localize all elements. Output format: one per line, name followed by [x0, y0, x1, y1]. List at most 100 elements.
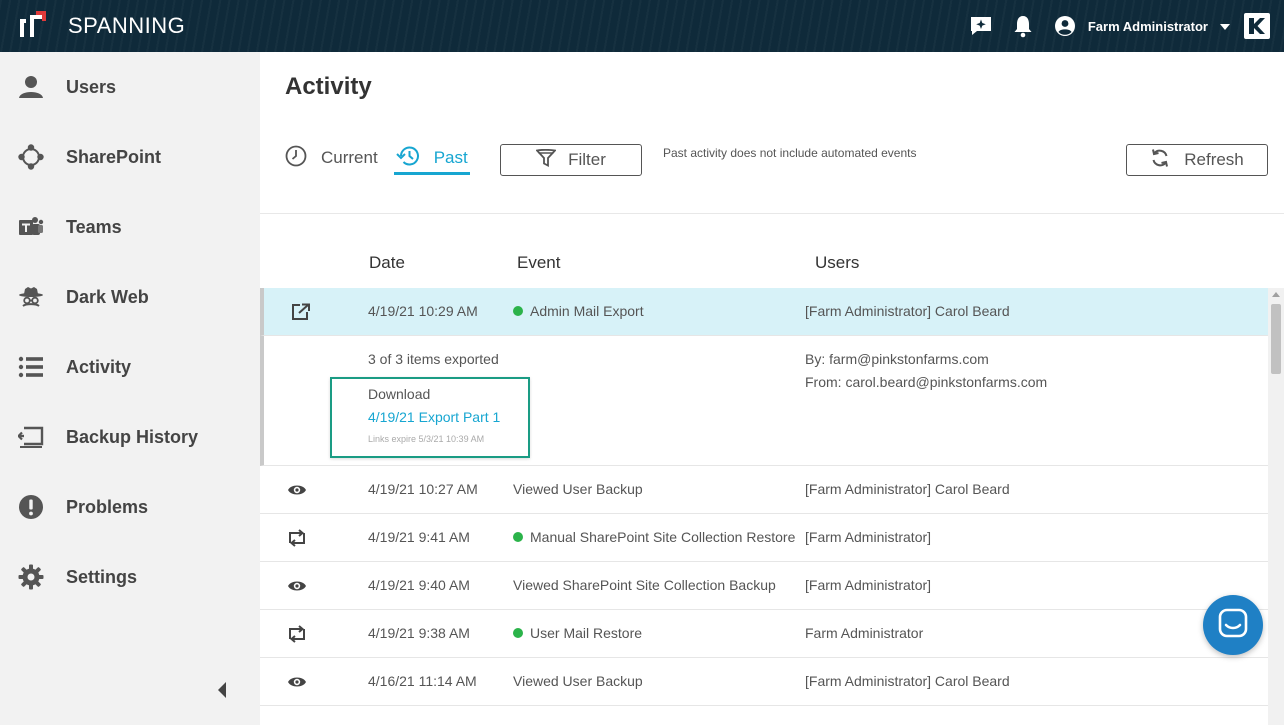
refresh-icon	[1150, 148, 1170, 173]
sidebar-item-label: Dark Web	[66, 286, 149, 307]
restore-icon	[286, 624, 308, 644]
row-details: 3 of 3 items exported By: farm@pinkstonf…	[260, 336, 1268, 466]
column-header-event[interactable]: Event	[517, 253, 560, 273]
gear-icon	[18, 564, 44, 590]
download-title: Download	[368, 386, 431, 402]
teams-icon	[18, 214, 44, 240]
table-row[interactable]: 4/19/21 9:38 AM User Mail Restore Farm A…	[260, 610, 1268, 658]
chat-launcher-button[interactable]	[1203, 595, 1263, 655]
export-icon	[290, 302, 312, 322]
row-event-label: Viewed SharePoint Site Collection Backup	[513, 577, 776, 593]
success-status-dot	[513, 306, 523, 316]
activity-table: 4/19/21 10:29 AM Admin Mail Export [Farm…	[260, 288, 1268, 706]
sidebar-item-label: Problems	[66, 496, 149, 517]
column-header-users[interactable]: Users	[815, 253, 859, 273]
past-activity-note: Past activity does not include automated…	[663, 146, 917, 160]
bell-icon[interactable]	[1008, 11, 1038, 41]
alert-icon	[18, 494, 44, 520]
history-icon	[394, 145, 420, 172]
sidebar-item-label: Activity	[66, 356, 132, 377]
page-title: Activity	[285, 73, 372, 100]
backup-history-icon	[18, 424, 44, 450]
list-icon	[18, 354, 44, 380]
export-summary: 3 of 3 items exported	[368, 351, 499, 367]
export-by: By: farm@pinkstonfarms.com	[805, 351, 989, 367]
tab-current[interactable]: Current	[285, 144, 378, 172]
sharepoint-icon	[18, 144, 44, 170]
row-users: [Farm Administrator]	[805, 577, 932, 593]
divider	[260, 213, 1284, 214]
sidebar-item-label: Teams	[66, 216, 122, 237]
table-row[interactable]: 4/16/21 11:14 AM Viewed User Backup [Far…	[260, 658, 1268, 706]
spanning-logo-icon	[16, 9, 50, 43]
table-row[interactable]: 4/19/21 9:41 AM Manual SharePoint Site C…	[260, 514, 1268, 562]
row-users: [Farm Administrator]	[805, 529, 932, 545]
tab-past[interactable]: Past	[393, 144, 470, 175]
download-link[interactable]: 4/19/21 Export Part 1	[368, 409, 500, 425]
feedback-icon[interactable]	[966, 11, 996, 41]
link-expiry-note: Links expire 5/3/21 10:39 AM	[368, 434, 485, 444]
table-row[interactable]: 4/19/21 9:40 AM Viewed SharePoint Site C…	[260, 562, 1268, 610]
clock-icon	[285, 145, 307, 172]
row-event: User Mail Restore	[513, 625, 642, 641]
row-date: 4/16/21 11:14 AM	[368, 673, 477, 689]
scrollbar-thumb[interactable]	[1271, 304, 1281, 374]
row-event: Viewed User Backup	[513, 481, 643, 497]
filter-icon	[535, 148, 557, 172]
column-header-date[interactable]: Date	[369, 253, 405, 273]
top-bar: SPANNING Farm Administrator	[0, 0, 1284, 52]
filter-button-label: Filter	[568, 150, 606, 169]
sidebar-item-sharepoint[interactable]: SharePoint	[0, 122, 260, 192]
sidebar-item-label: SharePoint	[66, 146, 162, 167]
row-event: Viewed SharePoint Site Collection Backup	[513, 577, 776, 593]
restore-icon	[286, 528, 308, 548]
refresh-button[interactable]: Refresh	[1126, 144, 1268, 176]
success-status-dot	[513, 532, 523, 542]
sidebar-item-settings[interactable]: Settings	[0, 542, 260, 612]
sidebar-item-problems[interactable]: Problems	[0, 472, 260, 542]
row-event-label: Viewed User Backup	[513, 481, 643, 497]
table-row[interactable]: 4/19/21 10:27 AM Viewed User Backup [Far…	[260, 466, 1268, 514]
row-date: 4/19/21 9:40 AM	[368, 577, 470, 593]
tab-past-label: Past	[433, 148, 468, 167]
row-date: 4/19/21 10:27 AM	[368, 481, 478, 497]
user-menu-name[interactable]: Farm Administrator	[1088, 19, 1208, 34]
row-event: Manual SharePoint Site Collection Restor…	[513, 529, 795, 545]
eye-icon	[286, 480, 308, 500]
spy-icon	[18, 284, 44, 310]
scroll-up-arrow-icon[interactable]	[1272, 292, 1280, 297]
sidebar-item-activity[interactable]: Activity	[0, 332, 260, 402]
filter-button[interactable]: Filter	[500, 144, 642, 176]
export-from: From: carol.beard@pinkstonfarms.com	[805, 374, 1048, 390]
vertical-scrollbar[interactable]	[1268, 288, 1284, 725]
chat-icon	[1218, 608, 1248, 643]
app-logo[interactable]: SPANNING	[16, 9, 185, 43]
sidebar-item-label: Settings	[66, 566, 138, 587]
tab-current-label: Current	[321, 148, 378, 167]
row-users: Farm Administrator	[805, 625, 924, 641]
row-date: 4/19/21 9:38 AM	[368, 625, 470, 641]
row-event: Admin Mail Export	[513, 303, 644, 319]
success-status-dot	[513, 628, 523, 638]
eye-icon	[286, 576, 308, 596]
sidebar-item-teams[interactable]: Teams	[0, 192, 260, 262]
user-circle-icon[interactable]	[1050, 11, 1080, 41]
row-users: [Farm Administrator] Carol Beard	[805, 481, 1010, 497]
eye-icon	[286, 672, 308, 692]
activity-tabs: Current Past	[285, 144, 470, 178]
sidebar-item-dark-web[interactable]: Dark Web	[0, 262, 260, 332]
app-name: SPANNING	[68, 13, 186, 38]
row-date: 4/19/21 9:41 AM	[368, 529, 470, 545]
main-content: Activity Current Past Filter Past activi…	[260, 52, 1284, 725]
row-event-label: User Mail Restore	[530, 625, 643, 641]
collapse-sidebar-icon[interactable]	[216, 682, 228, 698]
row-users: [Farm Administrator] Carol Beard	[805, 673, 1010, 689]
user-icon	[18, 74, 44, 100]
sidebar-item-users[interactable]: Users	[0, 52, 260, 122]
kaseya-logo[interactable]	[1244, 13, 1270, 39]
sidebar-item-backup-history[interactable]: Backup History	[0, 402, 260, 472]
row-event: Viewed User Backup	[513, 673, 643, 689]
refresh-button-label: Refresh	[1184, 150, 1244, 169]
chevron-down-icon[interactable]	[1220, 17, 1230, 35]
table-row[interactable]: 4/19/21 10:29 AM Admin Mail Export [Farm…	[260, 288, 1268, 336]
